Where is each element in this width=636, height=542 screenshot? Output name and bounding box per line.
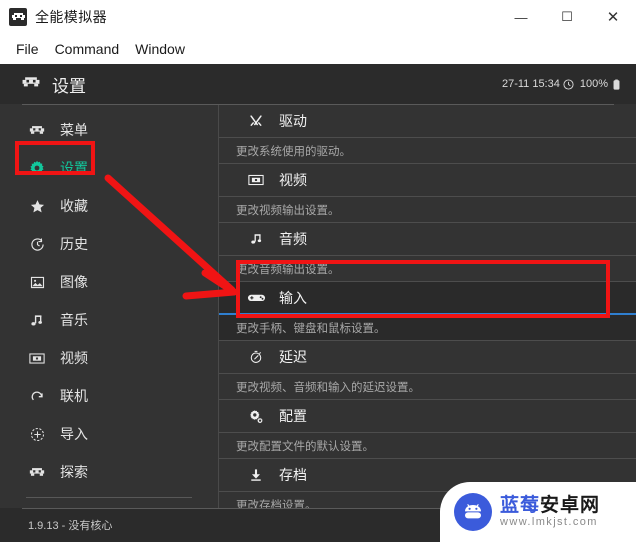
header-status: 27-11 15:34 100% <box>502 78 622 90</box>
page-title: 设置 <box>52 76 86 96</box>
sidebar-item-menu[interactable]: 菜单 <box>0 111 218 149</box>
option-desc-driver: 更改系统使用的驱动。 <box>219 138 636 164</box>
sidebar-item-label: 收藏 <box>60 198 88 214</box>
option-desc-video: 更改视频输出设置。 <box>219 197 636 223</box>
gears-icon <box>246 409 266 424</box>
battery-text: 100% <box>579 78 608 90</box>
content-area: 菜单 设置 收藏 历史 图像 音乐 视频 联机 导入 探索 驱动 更改系统使用的… <box>0 104 636 531</box>
sidebar-item-settings[interactable]: 设置 <box>0 149 218 187</box>
watermark-title-dark: 安卓网 <box>540 495 601 517</box>
sidebar-item-favorites[interactable]: 收藏 <box>0 187 218 225</box>
sidebar-item-history[interactable]: 历史 <box>0 225 218 263</box>
music-note-icon <box>246 232 266 246</box>
sidebar: 菜单 设置 收藏 历史 图像 音乐 视频 联机 导入 探索 <box>0 105 218 531</box>
option-label: 配置 <box>279 408 307 424</box>
watermark-title-blue: 蓝莓 <box>500 495 541 517</box>
gamepad-icon <box>246 293 266 303</box>
sidebar-item-images[interactable]: 图像 <box>0 263 218 301</box>
option-desc-audio: 更改音频输出设置。 <box>219 256 636 282</box>
option-row-config[interactable]: 配置 <box>219 400 636 433</box>
option-row-driver[interactable]: 驱动 <box>219 105 636 138</box>
option-label: 驱动 <box>279 113 307 129</box>
option-label: 音频 <box>279 231 307 247</box>
image-icon <box>26 275 48 290</box>
sidebar-item-import[interactable]: 导入 <box>0 415 218 453</box>
space-invader-icon <box>26 125 48 136</box>
music-note-icon <box>26 313 48 328</box>
sidebar-item-label: 联机 <box>60 388 88 404</box>
option-row-input[interactable]: 输入 <box>219 282 636 315</box>
sidebar-item-online[interactable]: 联机 <box>0 377 218 415</box>
sidebar-item-label: 视频 <box>60 350 88 366</box>
android-robot-icon <box>454 493 492 531</box>
film-icon <box>26 352 48 365</box>
option-desc-config: 更改配置文件的默认设置。 <box>219 433 636 459</box>
watermark-title: 蓝莓安卓网 <box>500 496 600 516</box>
option-desc-input: 更改手柄、键盘和鼠标设置。 <box>219 315 636 341</box>
title-bar: 全能模拟器 — ☐ ✕ <box>0 0 636 34</box>
option-label: 视频 <box>279 172 307 188</box>
menu-item-file[interactable]: File <box>8 39 47 59</box>
sidebar-item-label: 设置 <box>60 160 88 176</box>
settings-options-list[interactable]: 驱动 更改系统使用的驱动。 视频 更改视频输出设置。 音频 更改音频输出设置。 … <box>219 105 636 508</box>
option-label: 延迟 <box>279 349 307 365</box>
sidebar-item-label: 菜单 <box>60 122 88 138</box>
option-label: 输入 <box>279 289 307 306</box>
plus-circle-icon <box>26 427 48 442</box>
clock-status: 27-11 15:34 <box>502 78 574 90</box>
minimize-button[interactable]: — <box>498 0 544 34</box>
datetime-text: 27-11 15:34 <box>501 78 560 90</box>
sidebar-item-explore[interactable]: 探索 <box>0 453 218 491</box>
option-row-audio[interactable]: 音频 <box>219 223 636 256</box>
space-invader-icon <box>26 467 48 478</box>
emulator-window: 全能模拟器 — ☐ ✕ File Command Window 设置 27-11… <box>0 0 636 542</box>
menu-item-command[interactable]: Command <box>47 39 128 59</box>
sidebar-item-label: 音乐 <box>60 312 88 328</box>
option-desc-latency: 更改视频、音频和输入的延迟设置。 <box>219 374 636 400</box>
status-text: 1.9.13 - 没有核心 <box>28 520 113 532</box>
sidebar-item-label: 探索 <box>60 464 88 480</box>
menu-item-window[interactable]: Window <box>127 39 193 59</box>
window-controls: — ☐ ✕ <box>498 0 636 34</box>
star-icon <box>26 199 48 214</box>
battery-icon <box>613 79 620 90</box>
film-icon <box>246 174 266 186</box>
maximize-button[interactable]: ☐ <box>544 0 590 34</box>
network-icon <box>26 389 48 404</box>
gear-icon <box>26 160 48 176</box>
watermark: 蓝莓安卓网 www.lmkjst.com <box>440 482 636 542</box>
space-invader-icon <box>9 8 27 26</box>
app-header: 设置 27-11 15:34 100% <box>0 64 636 104</box>
close-button[interactable]: ✕ <box>590 0 636 34</box>
option-row-latency[interactable]: 延迟 <box>219 341 636 374</box>
tools-icon <box>246 114 266 128</box>
stopwatch-icon <box>246 350 266 364</box>
option-label: 存档 <box>279 467 307 483</box>
sidebar-divider <box>26 497 192 498</box>
sidebar-item-music[interactable]: 音乐 <box>0 301 218 339</box>
history-clock-icon <box>26 237 48 252</box>
sidebar-item-label: 导入 <box>60 426 88 442</box>
space-invader-icon <box>22 76 40 93</box>
battery-status: 100% <box>580 78 622 90</box>
download-icon <box>246 468 266 482</box>
watermark-texts: 蓝莓安卓网 www.lmkjst.com <box>500 496 600 528</box>
option-row-video[interactable]: 视频 <box>219 164 636 197</box>
sidebar-item-video[interactable]: 视频 <box>0 339 218 377</box>
menu-bar: File Command Window <box>0 34 636 64</box>
sidebar-item-label: 图像 <box>60 274 88 290</box>
watermark-url: www.lmkjst.com <box>500 515 598 528</box>
clock-icon <box>563 78 574 90</box>
sidebar-item-label: 历史 <box>60 236 88 252</box>
window-title: 全能模拟器 <box>35 9 107 25</box>
